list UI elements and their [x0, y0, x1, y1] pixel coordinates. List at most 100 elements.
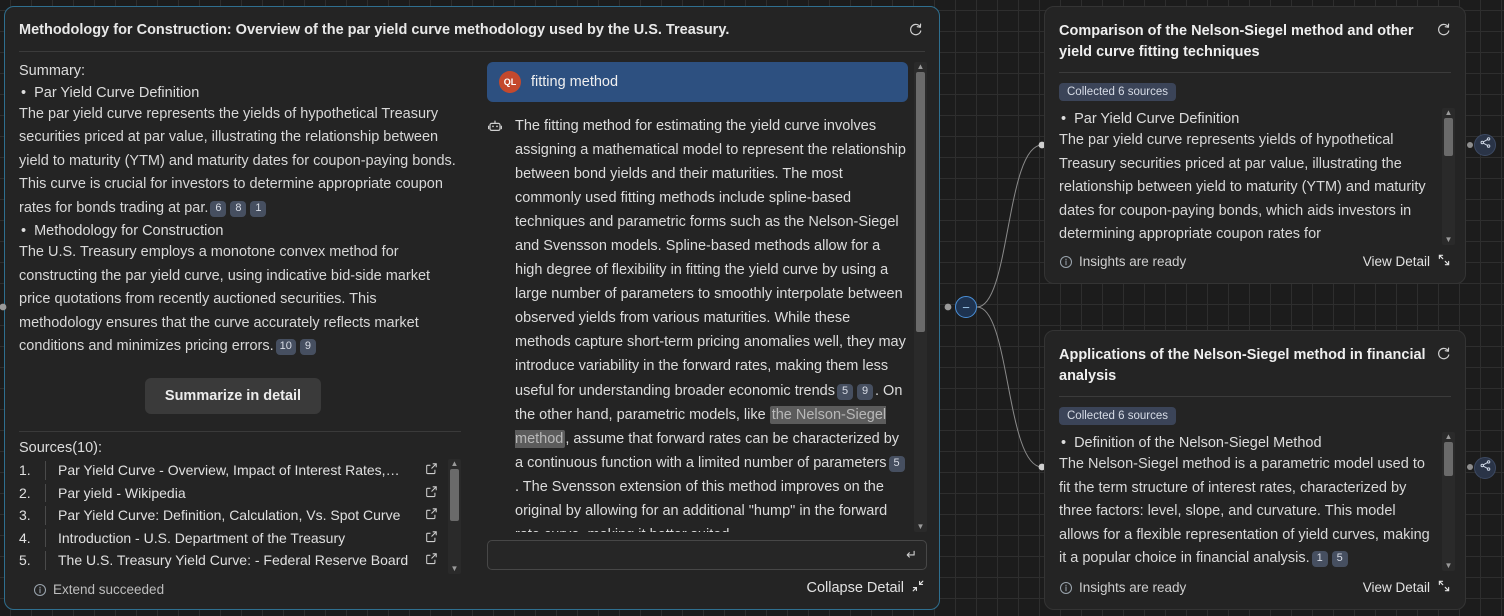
- assistant-message: The fitting method for estimating the yi…: [487, 114, 908, 532]
- scroll-down-icon[interactable]: ▼: [451, 564, 459, 574]
- citation-chip[interactable]: 1: [250, 201, 266, 217]
- scroll-down-icon[interactable]: ▼: [1445, 561, 1453, 571]
- scrollbar-thumb[interactable]: [1444, 442, 1453, 476]
- citation-chip[interactable]: 1: [1312, 551, 1328, 567]
- citation-chip[interactable]: 5: [1332, 551, 1348, 567]
- card-header: Applications of the Nelson-Siegel method…: [1045, 331, 1465, 396]
- main-summary-node[interactable]: Methodology for Construction: Overview o…: [4, 6, 940, 610]
- card-body[interactable]: Definition of the Nelson-Siegel Method T…: [1059, 432, 1439, 571]
- card-header: Comparison of the Nelson-Siegel method a…: [1045, 7, 1465, 72]
- scrollbar-thumb[interactable]: [1444, 118, 1453, 156]
- card-section-text: The Nelson-Siegel method is a parametric…: [1059, 453, 1435, 570]
- collapse-graph-node-button[interactable]: −: [955, 296, 977, 318]
- source-rule: [45, 529, 46, 548]
- source-index: 1.: [19, 462, 45, 478]
- citation-chip[interactable]: 6: [210, 201, 226, 217]
- share-branch-node[interactable]: [1474, 134, 1496, 156]
- scrollbar-track[interactable]: [916, 72, 925, 522]
- refresh-icon[interactable]: [908, 21, 923, 37]
- source-index: 3.: [19, 507, 45, 523]
- sources-header: Sources(10):: [19, 440, 461, 456]
- card-status-text: Insights are ready: [1079, 580, 1186, 595]
- chat-input[interactable]: ↵: [487, 540, 927, 570]
- status-badge: Collected 6 sources: [1059, 83, 1176, 101]
- info-icon: [1059, 581, 1073, 595]
- source-title[interactable]: Introduction - U.S. Department of the Tr…: [58, 530, 425, 546]
- sources-scrollbar[interactable]: ▲ ▼: [448, 459, 461, 574]
- external-link-icon[interactable]: [425, 552, 445, 568]
- scroll-up-icon[interactable]: ▲: [917, 62, 925, 72]
- enter-return-icon[interactable]: ↵: [906, 547, 917, 563]
- source-row[interactable]: 2. Par yield - Wikipedia: [19, 482, 445, 505]
- citation-chip[interactable]: 9: [300, 339, 316, 355]
- expand-arrows-icon[interactable]: [1437, 579, 1451, 596]
- citation-chip[interactable]: 8: [230, 201, 246, 217]
- summary-section-heading: Methodology for Construction: [21, 223, 461, 239]
- source-row[interactable]: 5. The U.S. Treasury Yield Curve: - Fede…: [19, 549, 445, 572]
- node-title-text: Methodology for Construction: Overview o…: [19, 21, 908, 40]
- scroll-up-icon[interactable]: ▲: [1445, 432, 1453, 442]
- summary-section-text: The U.S. Treasury employs a monotone con…: [19, 241, 461, 358]
- sources-list: 1. Par Yield Curve - Overview, Impact of…: [19, 459, 445, 574]
- card-divider: [1059, 72, 1451, 73]
- external-link-icon[interactable]: [425, 507, 445, 523]
- sources-block: Sources(10): 1. Par Yield Curve - Overvi…: [19, 432, 475, 574]
- insight-card[interactable]: Comparison of the Nelson-Siegel method a…: [1044, 6, 1466, 284]
- card-scrollbar[interactable]: ▲ ▼: [1442, 432, 1455, 571]
- scrollbar-thumb[interactable]: [916, 72, 925, 332]
- scrollbar-track[interactable]: [1444, 118, 1453, 235]
- scroll-down-icon[interactable]: ▼: [1445, 235, 1453, 245]
- source-row[interactable]: 3. Par Yield Curve: Definition, Calculat…: [19, 504, 445, 527]
- chat-input-row: ↵: [487, 532, 927, 570]
- collapse-detail-label: Collapse Detail: [806, 580, 904, 596]
- share-branch-icon: [1479, 136, 1492, 154]
- source-title[interactable]: Par yield - Wikipedia: [58, 485, 425, 501]
- summarize-in-detail-button[interactable]: Summarize in detail: [145, 378, 321, 414]
- collapse-arrows-icon[interactable]: [911, 579, 925, 597]
- main-node-status: Extend succeeded: [19, 574, 475, 609]
- citation-chip[interactable]: 10: [276, 339, 296, 355]
- scroll-up-icon[interactable]: ▲: [1445, 108, 1453, 118]
- scrollbar-track[interactable]: [1444, 442, 1453, 561]
- node-header: Methodology for Construction: Overview o…: [5, 7, 939, 51]
- scroll-down-icon[interactable]: ▼: [917, 522, 925, 532]
- citation-chip[interactable]: 5: [889, 456, 905, 472]
- chat-messages[interactable]: QL fitting method The fitting: [487, 62, 912, 532]
- citation-chip[interactable]: 9: [857, 384, 873, 400]
- expand-arrows-icon[interactable]: [1437, 253, 1451, 270]
- scrollbar-track[interactable]: [450, 469, 459, 564]
- status-badge: Collected 6 sources: [1059, 407, 1176, 425]
- source-title[interactable]: The U.S. Treasury Yield Curve: - Federal…: [58, 552, 425, 568]
- user-message-text: fitting method: [531, 74, 618, 90]
- external-link-icon[interactable]: [425, 485, 445, 501]
- view-detail-button[interactable]: View Detail: [1363, 579, 1451, 596]
- view-detail-label: View Detail: [1363, 254, 1430, 269]
- status-text: Extend succeeded: [53, 582, 164, 597]
- refresh-icon[interactable]: [1436, 21, 1451, 37]
- card-section-heading: Par Yield Curve Definition: [1061, 111, 1435, 127]
- external-link-icon[interactable]: [425, 462, 445, 478]
- share-branch-node[interactable]: [1474, 457, 1496, 479]
- source-row[interactable]: 1. Par Yield Curve - Overview, Impact of…: [19, 459, 445, 482]
- scroll-up-icon[interactable]: ▲: [451, 459, 459, 469]
- summary-scroll-area[interactable]: Summary: Par Yield Curve Definition The …: [19, 52, 475, 417]
- card-scrollbar[interactable]: ▲ ▼: [1442, 108, 1455, 245]
- source-title[interactable]: Par Yield Curve: Definition, Calculation…: [58, 507, 425, 523]
- card-body[interactable]: Par Yield Curve Definition The par yield…: [1059, 108, 1439, 245]
- summary-column: Summary: Par Yield Curve Definition The …: [5, 52, 475, 609]
- external-link-icon[interactable]: [425, 530, 445, 546]
- avatar: QL: [499, 71, 521, 93]
- source-rule: [45, 484, 46, 503]
- source-row[interactable]: 4. Introduction - U.S. Department of the…: [19, 527, 445, 550]
- card-title-text: Applications of the Nelson-Siegel method…: [1059, 345, 1428, 386]
- source-title[interactable]: Par Yield Curve - Overview, Impact of In…: [58, 462, 425, 478]
- insight-card[interactable]: Applications of the Nelson-Siegel method…: [1044, 330, 1466, 610]
- collapse-detail-button[interactable]: Collapse Detail: [487, 570, 927, 609]
- refresh-icon[interactable]: [1436, 345, 1451, 361]
- scrollbar-thumb[interactable]: [450, 469, 459, 521]
- source-index: 4.: [19, 530, 45, 546]
- view-detail-button[interactable]: View Detail: [1363, 253, 1451, 270]
- chat-scrollbar[interactable]: ▲ ▼: [914, 62, 927, 532]
- source-rule: [45, 551, 46, 570]
- citation-chip[interactable]: 5: [837, 384, 853, 400]
